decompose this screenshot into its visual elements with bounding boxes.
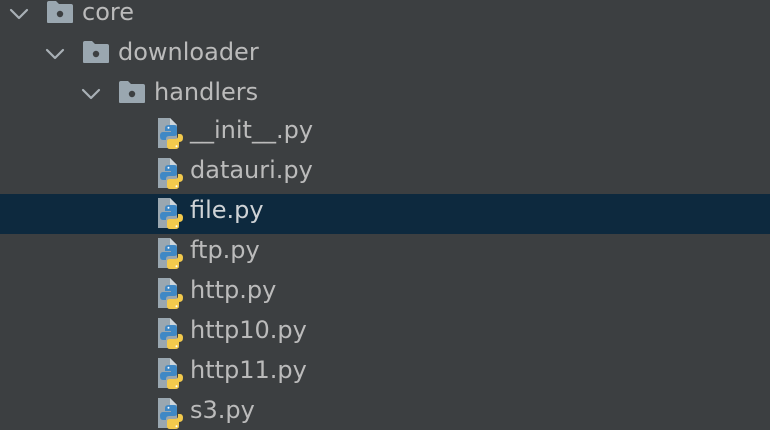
python-file-icon <box>155 276 185 310</box>
chevron-down-icon[interactable] <box>44 45 66 65</box>
tree-file-item-selected[interactable]: file.py <box>0 194 770 234</box>
python-file-icon <box>155 156 185 190</box>
file-label: ftp.py <box>190 236 260 264</box>
python-file-icon <box>155 196 185 230</box>
file-label: __init__.py <box>190 116 314 144</box>
chevron-down-icon[interactable] <box>8 5 30 25</box>
file-label: http11.py <box>190 356 307 384</box>
file-label: file.py <box>190 196 264 224</box>
tree-file-item[interactable]: http.py <box>0 274 770 314</box>
folder-icon <box>46 0 74 24</box>
python-file-icon <box>155 236 185 270</box>
tree-folder-handlers[interactable]: handlers <box>0 76 770 116</box>
tree-file-item[interactable]: http11.py <box>0 354 770 394</box>
file-label: http.py <box>190 276 277 304</box>
python-file-icon <box>155 316 185 350</box>
tree-file-item[interactable]: http10.py <box>0 314 770 354</box>
python-file-icon <box>155 396 185 430</box>
python-file-icon <box>155 356 185 390</box>
folder-icon <box>82 40 110 64</box>
chevron-down-icon[interactable] <box>80 85 102 105</box>
tree-folder-downloader[interactable]: downloader <box>0 36 770 76</box>
tree-file-item[interactable]: datauri.py <box>0 154 770 194</box>
file-label: http10.py <box>190 316 307 344</box>
python-file-icon <box>155 116 185 150</box>
folder-icon <box>118 80 146 104</box>
tree-file-item[interactable]: __init__.py <box>0 114 770 154</box>
folder-label: downloader <box>118 38 259 66</box>
tree-file-item[interactable]: s3.py <box>0 394 770 430</box>
folder-label: handlers <box>154 78 259 106</box>
folder-label: core <box>82 0 134 26</box>
tree-folder-core[interactable]: core <box>0 0 770 36</box>
project-tree: core downloader handlers __init__.py dat… <box>0 0 770 430</box>
tree-file-item[interactable]: ftp.py <box>0 234 770 274</box>
file-label: s3.py <box>190 396 255 424</box>
file-label: datauri.py <box>190 156 313 184</box>
